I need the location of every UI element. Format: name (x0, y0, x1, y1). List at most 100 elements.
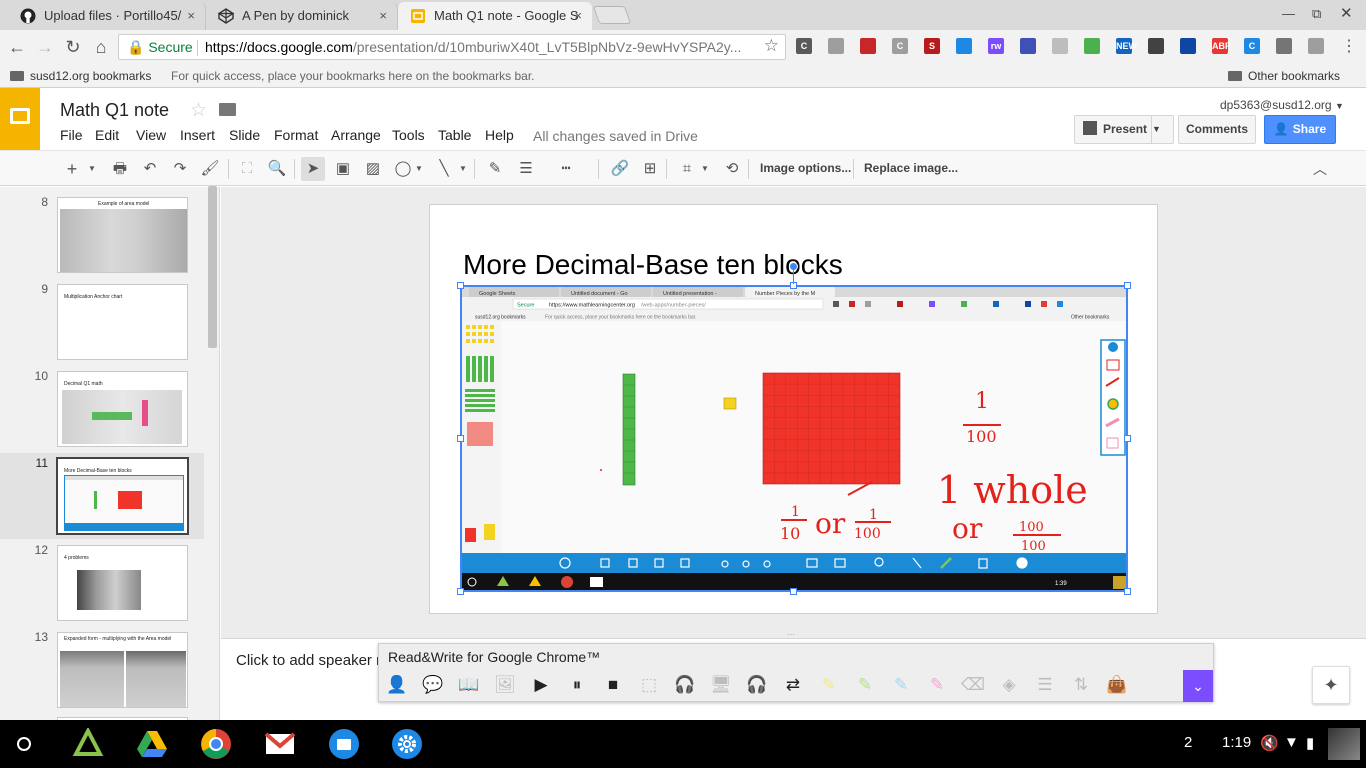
collapse-toolbar-icon[interactable]: ︿ (1308, 157, 1332, 181)
extension-icon[interactable] (1308, 38, 1324, 54)
line-dropdown-icon[interactable]: ▼ (456, 157, 470, 181)
pause-icon[interactable]: ⏸ (565, 673, 589, 697)
secure-badge[interactable]: 🔒 Secure (127, 35, 193, 59)
present-button[interactable]: Present ▼ (1074, 115, 1174, 144)
extension-icon[interactable] (1148, 38, 1164, 54)
picture-dictionary-book-icon[interactable]: 📖 (457, 673, 481, 697)
extension-icon[interactable] (1276, 38, 1292, 54)
new-slide-dropdown-icon[interactable]: ▼ (85, 157, 99, 181)
menu-tools[interactable]: Tools (392, 127, 425, 143)
slide-thumbnail-8[interactable]: Example of area model (57, 197, 188, 273)
other-bookmarks[interactable]: Other bookmarks (1228, 69, 1340, 83)
slide-thumbnail-11[interactable]: More Decimal-Base ten blocks (56, 457, 189, 535)
new-slide-icon[interactable]: + (60, 157, 84, 181)
recycle-app-icon[interactable] (72, 726, 104, 760)
highlight-blue-icon[interactable]: ✎ (889, 673, 913, 697)
highlight-yellow-icon[interactable]: ✎ (817, 673, 841, 697)
move-to-folder-icon[interactable] (219, 103, 236, 116)
bookmark-folder-susd12[interactable]: susd12.org bookmarks (10, 69, 151, 83)
menu-edit[interactable]: Edit (95, 127, 119, 143)
slide-image[interactable]: Google Sheets Untitled document - Go Unt… (461, 286, 1128, 592)
link-icon[interactable]: 🔗 (608, 157, 632, 181)
extension-icon[interactable]: NEW (1116, 38, 1137, 54)
extension-icon[interactable]: C (796, 38, 812, 54)
resize-handle-w[interactable] (457, 435, 464, 442)
slide-thumbnail-13[interactable]: Expanded form - multiplying with the Are… (57, 632, 188, 708)
extension-icon[interactable] (828, 38, 844, 54)
notification-count[interactable]: 2 (1184, 734, 1192, 751)
image-options-button[interactable]: Image options... (760, 161, 851, 175)
extension-icon[interactable] (1052, 38, 1068, 54)
voice-note-icon[interactable]: 👜 (1105, 673, 1129, 697)
close-tab-icon[interactable]: × (574, 2, 582, 30)
extension-icon[interactable]: ABP (1212, 38, 1231, 54)
files-app-icon[interactable] (328, 728, 360, 760)
url-text[interactable]: https://docs.google.com/presentation/d/1… (205, 35, 757, 59)
back-icon[interactable]: ← (6, 36, 28, 58)
extension-icon[interactable] (1084, 38, 1100, 54)
google-drive-app-icon[interactable] (136, 728, 168, 760)
battery-icon[interactable]: ▮ (1306, 734, 1314, 752)
highlight-green-icon[interactable]: ✎ (853, 673, 877, 697)
crop-icon[interactable]: ⌗ (675, 157, 699, 181)
address-bar[interactable]: 🔒 Secure https://docs.google.com/present… (118, 34, 786, 60)
slide-thumbnail-12[interactable]: 4 problems (57, 545, 188, 621)
reset-image-icon[interactable]: ⟲ (720, 157, 744, 181)
filmstrip-scrollbar[interactable] (208, 186, 217, 348)
resize-handle-s[interactable] (790, 588, 797, 595)
chrome-menu-icon[interactable]: ⋮ (1338, 36, 1360, 58)
menu-help[interactable]: Help (485, 127, 514, 143)
menu-format[interactable]: Format (274, 127, 318, 143)
forward-icon[interactable]: → (34, 36, 56, 58)
menu-arrange[interactable]: Arrange (331, 127, 381, 143)
resize-handle-nw[interactable] (457, 282, 464, 289)
extension-icon[interactable] (956, 38, 972, 54)
account-email[interactable]: dp5363@susd12.org ▼ (1220, 98, 1344, 112)
extension-icon[interactable] (1180, 38, 1196, 54)
replace-image-button[interactable]: Replace image... (864, 161, 958, 175)
reload-icon[interactable]: ↻ (62, 36, 84, 58)
gmail-app-icon[interactable] (264, 728, 296, 760)
wifi-icon[interactable]: ▼ (1284, 734, 1299, 751)
settings-app-icon[interactable] (391, 728, 423, 760)
home-icon[interactable]: ⌂ (90, 36, 112, 58)
border-weight-icon[interactable]: ☰ (514, 157, 538, 181)
close-tab-icon[interactable]: × (379, 2, 387, 30)
comments-button[interactable]: Comments (1178, 115, 1256, 144)
line-icon[interactable]: ╲ (432, 157, 456, 181)
new-tab-button[interactable] (592, 6, 632, 24)
dictionary-icon[interactable]: 💬 (421, 673, 445, 697)
explore-button[interactable]: ✦ (1312, 666, 1350, 704)
slides-logo[interactable] (0, 88, 40, 150)
undo-icon[interactable]: ↶ (138, 157, 162, 181)
paint-format-icon[interactable]: 🖌 (198, 157, 222, 181)
tab-github[interactable]: Upload files · Portillo45/ × (8, 2, 206, 30)
close-tab-icon[interactable]: × (187, 2, 195, 30)
mute-icon[interactable]: 🔇 (1260, 734, 1279, 752)
talk-and-type-icon[interactable]: 🎧 (745, 673, 769, 697)
clear-highlights-icon[interactable]: ⌫ (961, 673, 985, 697)
highlight-pink-icon[interactable]: ✎ (925, 673, 949, 697)
zoom-fit-icon[interactable]: ⛶ (235, 157, 259, 181)
clock[interactable]: 1:19 (1222, 734, 1251, 751)
bookmark-star-icon[interactable]: ☆ (764, 36, 779, 56)
star-icon[interactable]: ☆ (190, 99, 207, 122)
close-window-icon[interactable]: ✕ (1340, 4, 1353, 22)
collect-highlights-icon[interactable]: ◈ (997, 673, 1021, 697)
screen-mask-icon[interactable]: 🖥 (709, 673, 733, 697)
extension-icon[interactable]: rw (988, 38, 1004, 54)
document-title[interactable]: Math Q1 note (60, 100, 169, 121)
screenshot-reader-icon[interactable]: ⬚ (637, 673, 661, 697)
resize-handle-se[interactable] (1124, 588, 1131, 595)
extension-icon[interactable] (1020, 38, 1036, 54)
speaker-notes-placeholder[interactable]: Click to add speaker n (236, 652, 384, 669)
insert-image-icon[interactable]: ▨ (361, 157, 385, 181)
crop-dropdown-icon[interactable]: ▼ (698, 157, 712, 181)
extension-icon[interactable]: S (924, 38, 940, 54)
select-cursor-icon[interactable]: ➤ (301, 157, 325, 181)
slide-page[interactable]: More Decimal-Base ten blocks Google Shee… (429, 204, 1158, 614)
resize-handle-ne[interactable] (1124, 282, 1131, 289)
text-box-icon[interactable]: ▣ (331, 157, 355, 181)
menu-slide[interactable]: Slide (229, 127, 260, 143)
menu-file[interactable]: File (60, 127, 83, 143)
